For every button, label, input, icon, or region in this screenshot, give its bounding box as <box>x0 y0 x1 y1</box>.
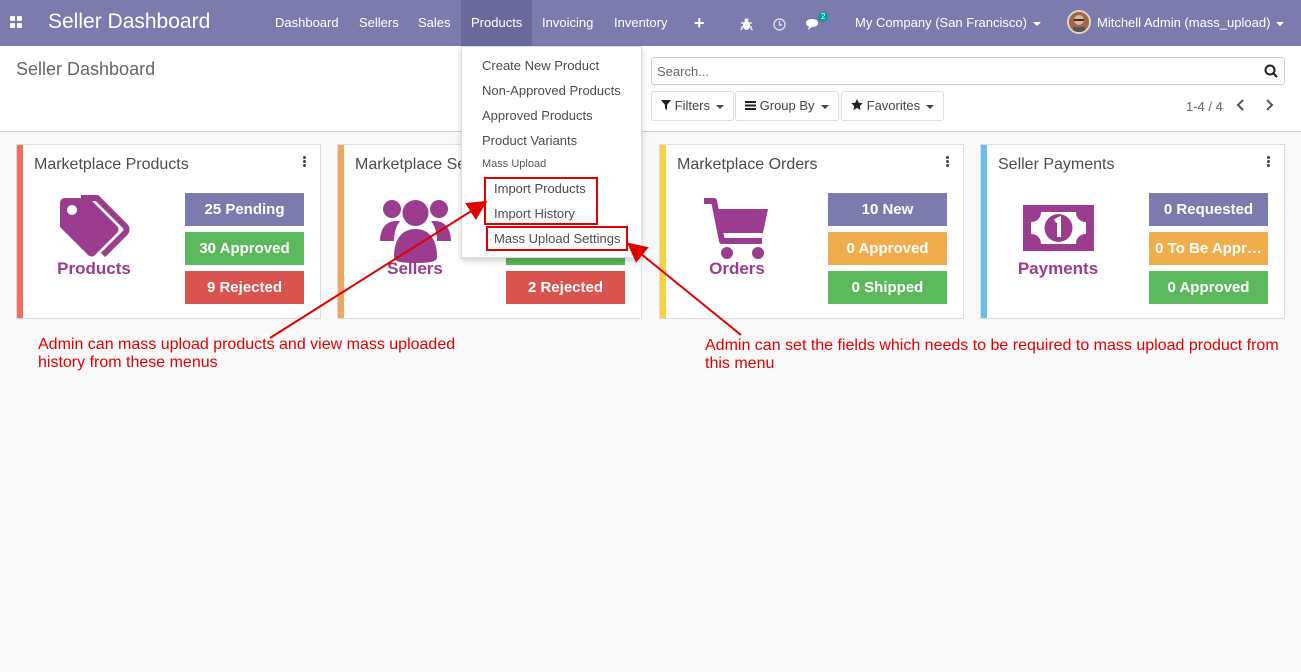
stat-approved[interactable]: 0 Approved <box>1149 271 1268 304</box>
menu-sales[interactable]: Sales <box>408 0 461 46</box>
stat-new[interactable]: 10 New <box>828 193 947 226</box>
stat-approved[interactable]: 30 Approved <box>185 232 304 265</box>
menu-products[interactable]: Products <box>461 0 532 46</box>
chat-icon[interactable] <box>805 0 821 46</box>
search-icon[interactable] <box>1264 64 1278 78</box>
money-icon <box>1023 205 1094 251</box>
card-label[interactable]: Payments <box>998 259 1118 279</box>
stat-pending[interactable]: 25 Pending <box>185 193 304 226</box>
search-placeholder: Search... <box>657 64 710 79</box>
company-switcher[interactable]: My Company (San Francisco) <box>855 0 1041 46</box>
user-menu[interactable]: Mitchell Admin (mass_upload) <box>1097 0 1285 46</box>
card-label[interactable]: Sellers <box>355 259 475 279</box>
company-name: My Company (San Francisco) <box>855 15 1027 30</box>
menu-item-approved-products[interactable]: Approved Products <box>482 108 593 123</box>
menu-invoicing[interactable]: Invoicing <box>532 0 603 46</box>
kebab-menu-icon[interactable] <box>946 156 949 168</box>
cart-icon <box>704 198 768 259</box>
card-accent <box>338 145 344 318</box>
pager-next-icon[interactable] <box>1264 98 1274 117</box>
card-marketplace-orders[interactable]: Marketplace Orders Orders 10 New 0 Appro… <box>659 144 964 319</box>
card-title: Seller Payments <box>998 156 1115 173</box>
star-icon <box>851 99 863 110</box>
avatar[interactable] <box>1067 10 1091 34</box>
card-title: Marketplace Products <box>34 156 189 173</box>
chat-badge: 2 <box>818 12 829 22</box>
card-title: Marketplace Orders <box>677 156 818 173</box>
stat-rejected[interactable]: 2 Rejected <box>506 271 625 304</box>
stat-rejected[interactable]: 9 Rejected <box>185 271 304 304</box>
filters-button[interactable]: Filters <box>651 91 735 121</box>
filter-icon <box>661 100 671 110</box>
group-by-label: Group By <box>759 98 815 113</box>
group-by-button[interactable]: Group By <box>735 91 839 121</box>
menu-section-mass-upload: Mass Upload <box>482 158 547 170</box>
page-title: Seller Dashboard <box>16 59 156 79</box>
users-icon <box>380 200 451 263</box>
list-icon <box>745 101 756 110</box>
stat-requested[interactable]: 0 Requested <box>1149 193 1268 226</box>
apps-icon[interactable] <box>10 16 23 29</box>
card-accent <box>981 145 987 318</box>
menu-item-create-new-product[interactable]: Create New Product <box>482 58 599 73</box>
card-label[interactable]: Products <box>34 259 154 279</box>
card-seller-payments[interactable]: Seller Payments Payments 0 Requested 0 T… <box>980 144 1285 319</box>
control-panel: Seller Dashboard Search... Filters Group… <box>0 46 1301 132</box>
pager-previous-icon[interactable] <box>1236 98 1246 117</box>
highlight-box-settings <box>486 226 628 251</box>
plus-icon[interactable]: + <box>694 0 705 46</box>
menu-item-non-approved-products[interactable]: Non-Approved Products <box>482 83 621 98</box>
menu-item-product-variants[interactable]: Product Variants <box>482 133 577 148</box>
stat-shipped[interactable]: 0 Shipped <box>828 271 947 304</box>
favorites-button[interactable]: Favorites <box>841 91 945 121</box>
user-name: Mitchell Admin (mass_upload) <box>1097 15 1271 30</box>
top-navbar: Seller Dashboard Dashboard Sellers Sales… <box>0 0 1301 46</box>
card-label[interactable]: Orders <box>677 259 797 279</box>
search-input[interactable]: Search... <box>651 57 1285 85</box>
highlight-box-import <box>484 177 598 225</box>
card-title: Marketplace Sellers <box>355 156 475 173</box>
stat-approved[interactable]: 0 Approved <box>828 232 947 265</box>
annotation-right: Admin can set the fields which needs to … <box>705 337 1279 372</box>
menu-sellers[interactable]: Sellers <box>349 0 409 46</box>
clock-icon[interactable] <box>773 0 786 46</box>
app-brand[interactable]: Seller Dashboard <box>48 10 210 34</box>
filters-label: Filters <box>674 98 711 113</box>
menu-inventory[interactable]: Inventory <box>604 0 677 46</box>
favorites-label: Favorites <box>866 98 921 113</box>
tags-icon <box>60 195 130 258</box>
annotation-left: Admin can mass upload products and view … <box>38 336 456 371</box>
card-marketplace-products[interactable]: Marketplace Products Products 25 Pending… <box>16 144 321 319</box>
pager-value[interactable]: 1-4 / 4 <box>1186 99 1223 114</box>
kebab-menu-icon[interactable] <box>1267 156 1270 168</box>
stat-to-be-approved[interactable]: 0 To Be Appr… <box>1149 232 1268 265</box>
card-accent <box>660 145 666 318</box>
bug-icon[interactable] <box>740 0 753 46</box>
kebab-menu-icon[interactable] <box>303 156 306 168</box>
menu-dashboard[interactable]: Dashboard <box>265 0 349 46</box>
card-accent <box>17 145 23 318</box>
